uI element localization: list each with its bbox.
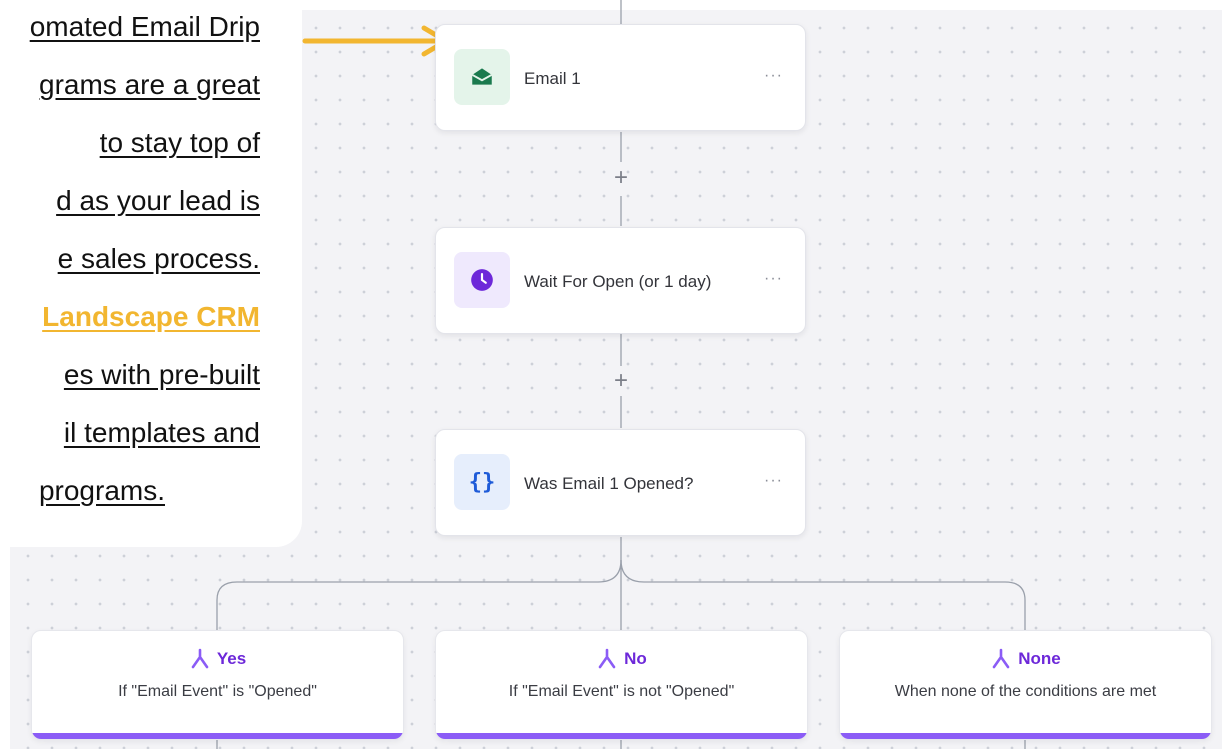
more-options-button[interactable]: ··· xyxy=(764,270,783,288)
callout-line[interactable]: omated Email Drip xyxy=(0,0,260,56)
condition-node[interactable]: {} Was Email 1 Opened? ··· xyxy=(435,429,806,536)
node-label: Wait For Open (or 1 day) xyxy=(524,272,712,291)
wait-for-open-node[interactable]: Wait For Open (or 1 day) ··· xyxy=(435,227,806,334)
branch-title: None xyxy=(1018,649,1061,668)
callout-line[interactable]: grams are a great xyxy=(0,56,260,114)
callout-line[interactable]: d as your lead is xyxy=(0,172,260,230)
more-options-button[interactable]: ··· xyxy=(764,472,783,490)
branch-yes[interactable]: Yes If "Email Event" is "Opened" xyxy=(31,630,404,740)
node-label: Was Email 1 Opened? xyxy=(524,474,694,493)
branch-title: Yes xyxy=(216,649,247,668)
braces-icon: {} xyxy=(454,454,510,510)
callout-line[interactable]: programs. xyxy=(0,462,165,520)
branch-none[interactable]: None When none of the conditions are met xyxy=(839,630,1212,740)
clock-icon xyxy=(454,252,510,308)
branch-description: When none of the conditions are met xyxy=(894,683,1157,700)
pointer-arrow xyxy=(302,25,449,57)
callout-text: omated Email Drip grams are a great to s… xyxy=(0,0,260,520)
callout-line[interactable]: il templates and xyxy=(0,404,260,462)
split-icon xyxy=(191,648,209,669)
branch-no[interactable]: No If "Email Event" is not "Opened" xyxy=(435,630,808,740)
branch-description: If "Email Event" is "Opened" xyxy=(118,683,317,700)
more-options-button[interactable]: ··· xyxy=(764,67,783,85)
branch-title: No xyxy=(624,649,647,668)
callout-line[interactable]: e sales process. xyxy=(0,230,260,288)
landscape-crm-link[interactable]: Landscape CRM xyxy=(0,288,260,346)
callout-line[interactable]: to stay top of xyxy=(0,114,260,172)
split-icon xyxy=(598,648,616,669)
callout-line[interactable]: es with pre-built xyxy=(0,346,260,404)
callout-panel: omated Email Drip grams are a great to s… xyxy=(0,0,302,547)
add-step-button[interactable]: + xyxy=(611,166,631,190)
branch-description: If "Email Event" is not "Opened" xyxy=(508,683,735,700)
node-label: Email 1 xyxy=(524,69,581,88)
email-1-node[interactable]: Email 1 ··· xyxy=(435,24,806,131)
envelope-icon xyxy=(454,49,510,105)
split-icon xyxy=(992,648,1010,669)
add-step-button[interactable]: + xyxy=(611,369,631,393)
